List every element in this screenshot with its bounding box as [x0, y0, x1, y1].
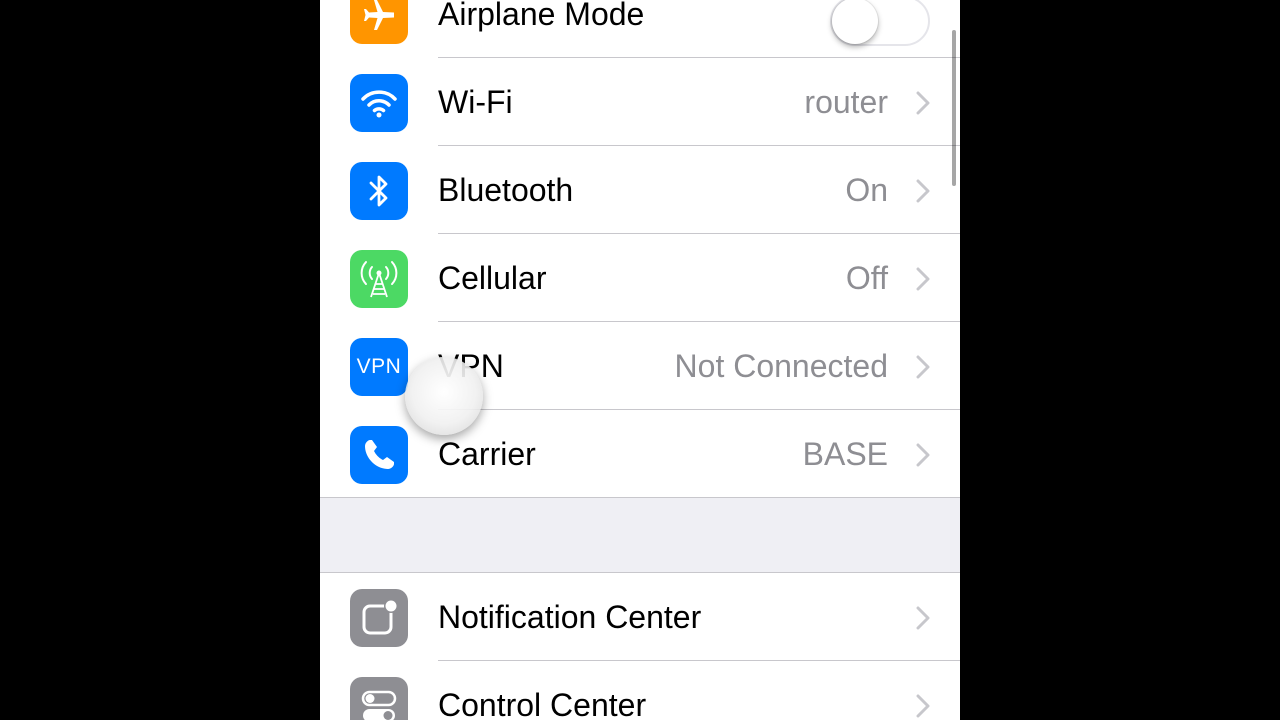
- row-separator: [320, 497, 960, 498]
- chevron-right-icon: [916, 267, 930, 291]
- notification-center-icon: [350, 589, 408, 647]
- chevron-right-icon: [916, 606, 930, 630]
- vpn-value: Not Connected: [674, 348, 888, 384]
- settings-row-airplane-mode[interactable]: Airplane Mode: [320, 0, 960, 58]
- settings-row-bluetooth[interactable]: Bluetooth On: [320, 146, 960, 234]
- cellular-value: Off: [845, 260, 888, 296]
- chevron-right-icon: [916, 91, 930, 115]
- airplane-mode-label: Airplane Mode: [438, 0, 645, 32]
- wifi-value: router: [804, 84, 888, 120]
- bluetooth-value: On: [845, 172, 888, 208]
- bluetooth-label: Bluetooth: [438, 172, 574, 208]
- airplane-icon: [350, 0, 408, 44]
- bluetooth-icon: [350, 162, 408, 220]
- cellular-icon: [350, 250, 408, 308]
- wifi-label: Wi-Fi: [438, 84, 513, 120]
- airplane-mode-toggle[interactable]: [830, 0, 930, 46]
- toggle-knob: [832, 0, 878, 44]
- chevron-right-icon: [916, 355, 930, 379]
- settings-row-cellular[interactable]: Cellular Off: [320, 234, 960, 322]
- control-center-icon: [350, 677, 408, 720]
- notification-center-label: Notification Center: [438, 599, 702, 635]
- settings-group-system: Notification Center Control Center: [320, 572, 960, 720]
- vpn-icon: VPN: [350, 338, 408, 396]
- settings-row-wifi[interactable]: Wi-Fi router: [320, 58, 960, 146]
- carrier-value: BASE: [802, 436, 888, 472]
- scroll-indicator[interactable]: [952, 30, 956, 186]
- settings-row-control-center[interactable]: Control Center: [320, 661, 960, 720]
- vpn-icon-text: VPN: [356, 355, 402, 378]
- settings-row-notification-center[interactable]: Notification Center: [320, 573, 960, 661]
- chevron-right-icon: [916, 694, 930, 718]
- cellular-label: Cellular: [438, 260, 547, 296]
- phone-icon: [350, 426, 408, 484]
- chevron-right-icon: [916, 179, 930, 203]
- control-center-label: Control Center: [438, 687, 647, 720]
- chevron-right-icon: [916, 443, 930, 467]
- settings-screen: Airplane Mode Wi-Fi router Bluetooth On …: [320, 0, 960, 720]
- wifi-icon: [350, 74, 408, 132]
- touch-indicator: [405, 357, 483, 435]
